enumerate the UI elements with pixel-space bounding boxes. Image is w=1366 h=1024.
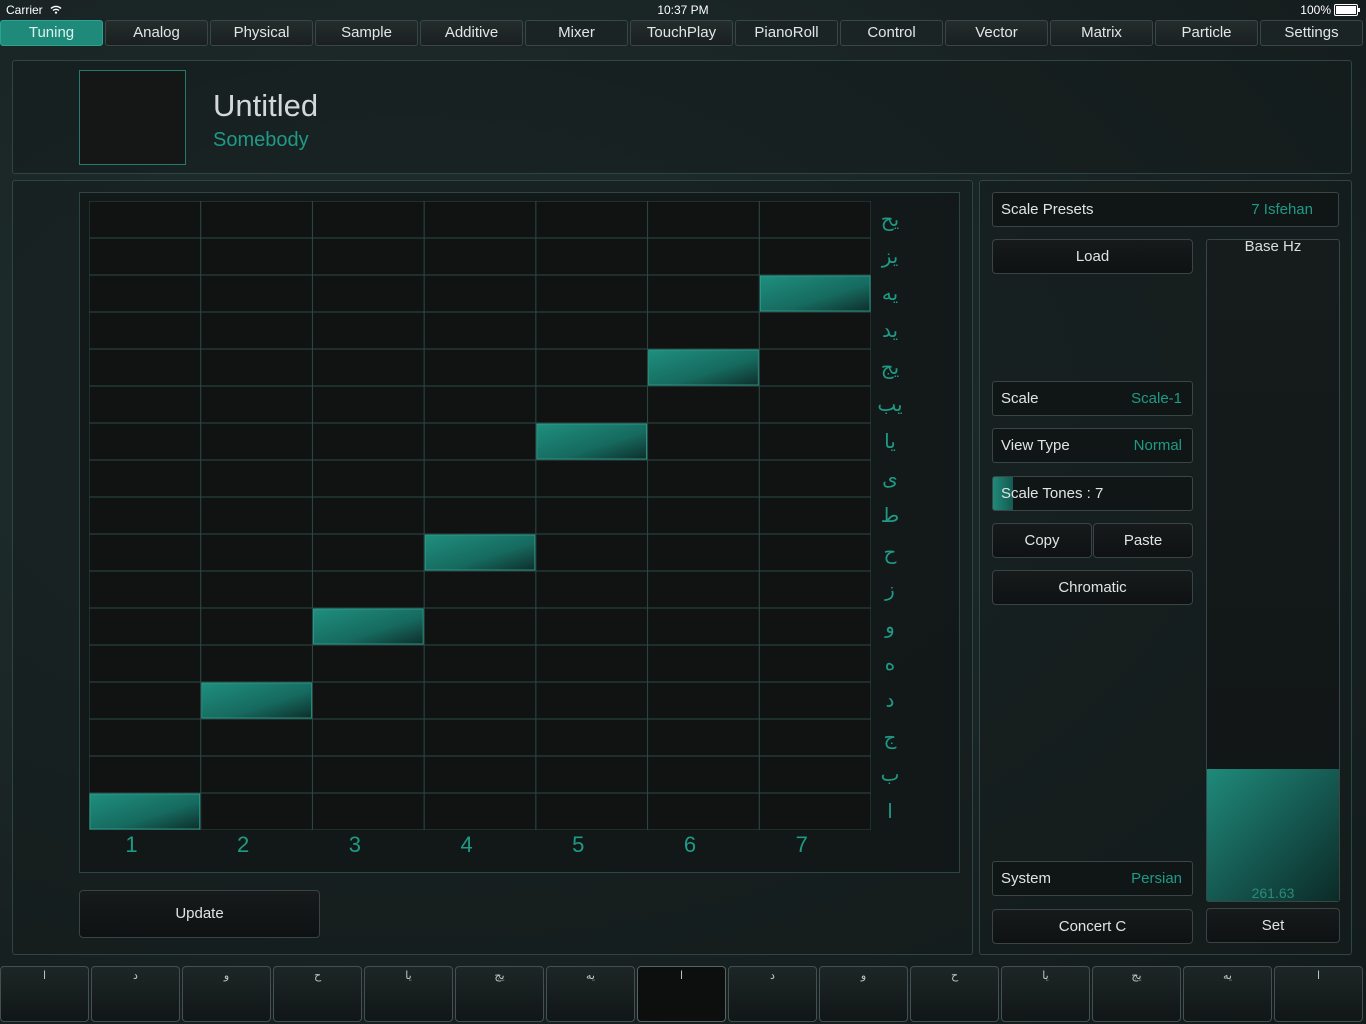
column-label: 2 — [237, 832, 250, 857]
tab-tuning[interactable]: Tuning — [0, 20, 103, 46]
tab-sample[interactable]: Sample — [315, 20, 418, 46]
row-label: ج — [883, 726, 897, 749]
keyboard-key[interactable]: و — [819, 966, 908, 1022]
column-label: 7 — [795, 832, 808, 857]
base-hz-value: 261.63 — [1251, 885, 1295, 901]
status-bar: Carrier 10:37 PM 100% — [0, 0, 1366, 20]
row-label: ه — [884, 652, 896, 675]
tuning-note-cell[interactable] — [201, 682, 312, 719]
row-label: يد — [881, 319, 899, 342]
tab-bar: Tuning Analog Physical Sample Additive Mixer T… — [0, 20, 1366, 48]
row-label: د — [885, 689, 895, 712]
preset-title: Untitled — [213, 88, 319, 123]
view-type-value: Normal — [1133, 437, 1182, 454]
tuning-grid[interactable] — [89, 201, 871, 830]
tab-pianoroll[interactable]: PianoRoll — [735, 20, 838, 46]
set-button[interactable]: Set — [1206, 908, 1340, 943]
keyboard-key[interactable]: ح — [273, 966, 362, 1022]
preset-author: Somebody — [213, 129, 309, 151]
scale-tones-slider[interactable]: Scale Tones : 7 — [992, 476, 1193, 511]
row-label: يح — [880, 208, 900, 231]
column-label: 6 — [683, 832, 697, 857]
copy-button[interactable]: Copy — [992, 523, 1092, 558]
row-label: يه — [881, 282, 899, 305]
tab-analog[interactable]: Analog — [105, 20, 208, 46]
scale-selector[interactable]: Scale Scale-1 — [992, 381, 1193, 416]
scale-label: Scale — [1001, 390, 1039, 407]
scale-presets-selector[interactable]: Scale Presets 7 Isfehan — [992, 192, 1339, 227]
concert-c-button[interactable]: Concert C — [992, 909, 1193, 944]
row-label: ب — [880, 763, 900, 786]
tuning-note-cell[interactable] — [424, 534, 536, 571]
base-hz-fill — [1207, 768, 1339, 901]
tab-touchplay[interactable]: TouchPlay — [630, 20, 733, 46]
tab-additive[interactable]: Additive — [420, 20, 523, 46]
keyboard: ا د و ح يا يج يه ا د و ح يا يج يه ا — [0, 966, 1366, 1024]
tab-mixer[interactable]: Mixer — [525, 20, 628, 46]
row-label: ح — [883, 541, 897, 564]
row-label: يج — [880, 356, 900, 379]
tuning-note-cell[interactable] — [313, 608, 424, 645]
keyboard-key[interactable]: د — [91, 966, 180, 1022]
keyboard-key[interactable]: يج — [455, 966, 544, 1022]
row-label: ى — [882, 467, 898, 490]
keyboard-key[interactable]: يه — [1183, 966, 1272, 1022]
tab-vector[interactable]: Vector — [945, 20, 1048, 46]
system-value: Persian — [1131, 870, 1182, 887]
keyboard-key[interactable]: ا — [0, 966, 89, 1022]
tab-control[interactable]: Control — [840, 20, 943, 46]
row-label: ز — [885, 578, 895, 601]
load-button[interactable]: Load — [992, 239, 1193, 274]
tuning-note-cell[interactable] — [648, 349, 759, 386]
keyboard-key[interactable]: ح — [910, 966, 999, 1022]
tab-particle[interactable]: Particle — [1155, 20, 1258, 46]
scale-tones-label: Scale Tones : 7 — [1001, 485, 1104, 502]
column-label: 1 — [125, 832, 138, 857]
keyboard-key[interactable]: يا — [1001, 966, 1090, 1022]
tab-physical[interactable]: Physical — [210, 20, 313, 46]
battery-percent: 100% — [1300, 3, 1331, 17]
row-label: ا — [887, 800, 893, 823]
tab-matrix[interactable]: Matrix — [1050, 20, 1153, 46]
column-label: 4 — [460, 832, 473, 857]
tuning-note-cell[interactable] — [89, 793, 201, 830]
column-label: 5 — [572, 832, 585, 857]
row-label: يب — [877, 393, 903, 416]
scale-presets-label: Scale Presets — [1001, 201, 1094, 218]
column-label: 3 — [348, 832, 361, 857]
keyboard-key[interactable]: و — [182, 966, 271, 1022]
preset-artwork[interactable] — [79, 70, 186, 165]
system-selector[interactable]: System Persian — [992, 861, 1193, 896]
scale-presets-value: 7 Isfehan — [1251, 201, 1313, 218]
row-label: يز — [881, 245, 899, 268]
clock: 10:37 PM — [657, 3, 709, 17]
battery-icon — [1334, 4, 1360, 16]
row-label: ط — [880, 504, 900, 527]
keyboard-key[interactable]: يا — [364, 966, 453, 1022]
chromatic-button[interactable]: Chromatic — [992, 570, 1193, 605]
tuning-note-cell[interactable] — [759, 275, 871, 312]
keyboard-key[interactable]: د — [728, 966, 817, 1022]
row-label: يا — [884, 430, 896, 453]
system-label: System — [1001, 870, 1052, 887]
scale-value: Scale-1 — [1131, 390, 1182, 407]
row-label: و — [885, 615, 895, 638]
keyboard-key[interactable]: ا — [1274, 966, 1363, 1022]
keyboard-key[interactable]: يه — [546, 966, 635, 1022]
base-hz-label: Base Hz — [1244, 238, 1302, 255]
update-button[interactable]: Update — [79, 890, 320, 938]
tab-settings[interactable]: Settings — [1260, 20, 1363, 46]
view-type-label: View Type — [1001, 437, 1070, 454]
tuning-note-cell[interactable] — [536, 423, 647, 460]
view-type-selector[interactable]: View Type Normal — [992, 428, 1193, 463]
keyboard-key[interactable]: يج — [1092, 966, 1181, 1022]
paste-button[interactable]: Paste — [1093, 523, 1193, 558]
keyboard-key[interactable]: ا — [637, 966, 726, 1022]
tuning-grid-svg[interactable] — [89, 201, 871, 830]
